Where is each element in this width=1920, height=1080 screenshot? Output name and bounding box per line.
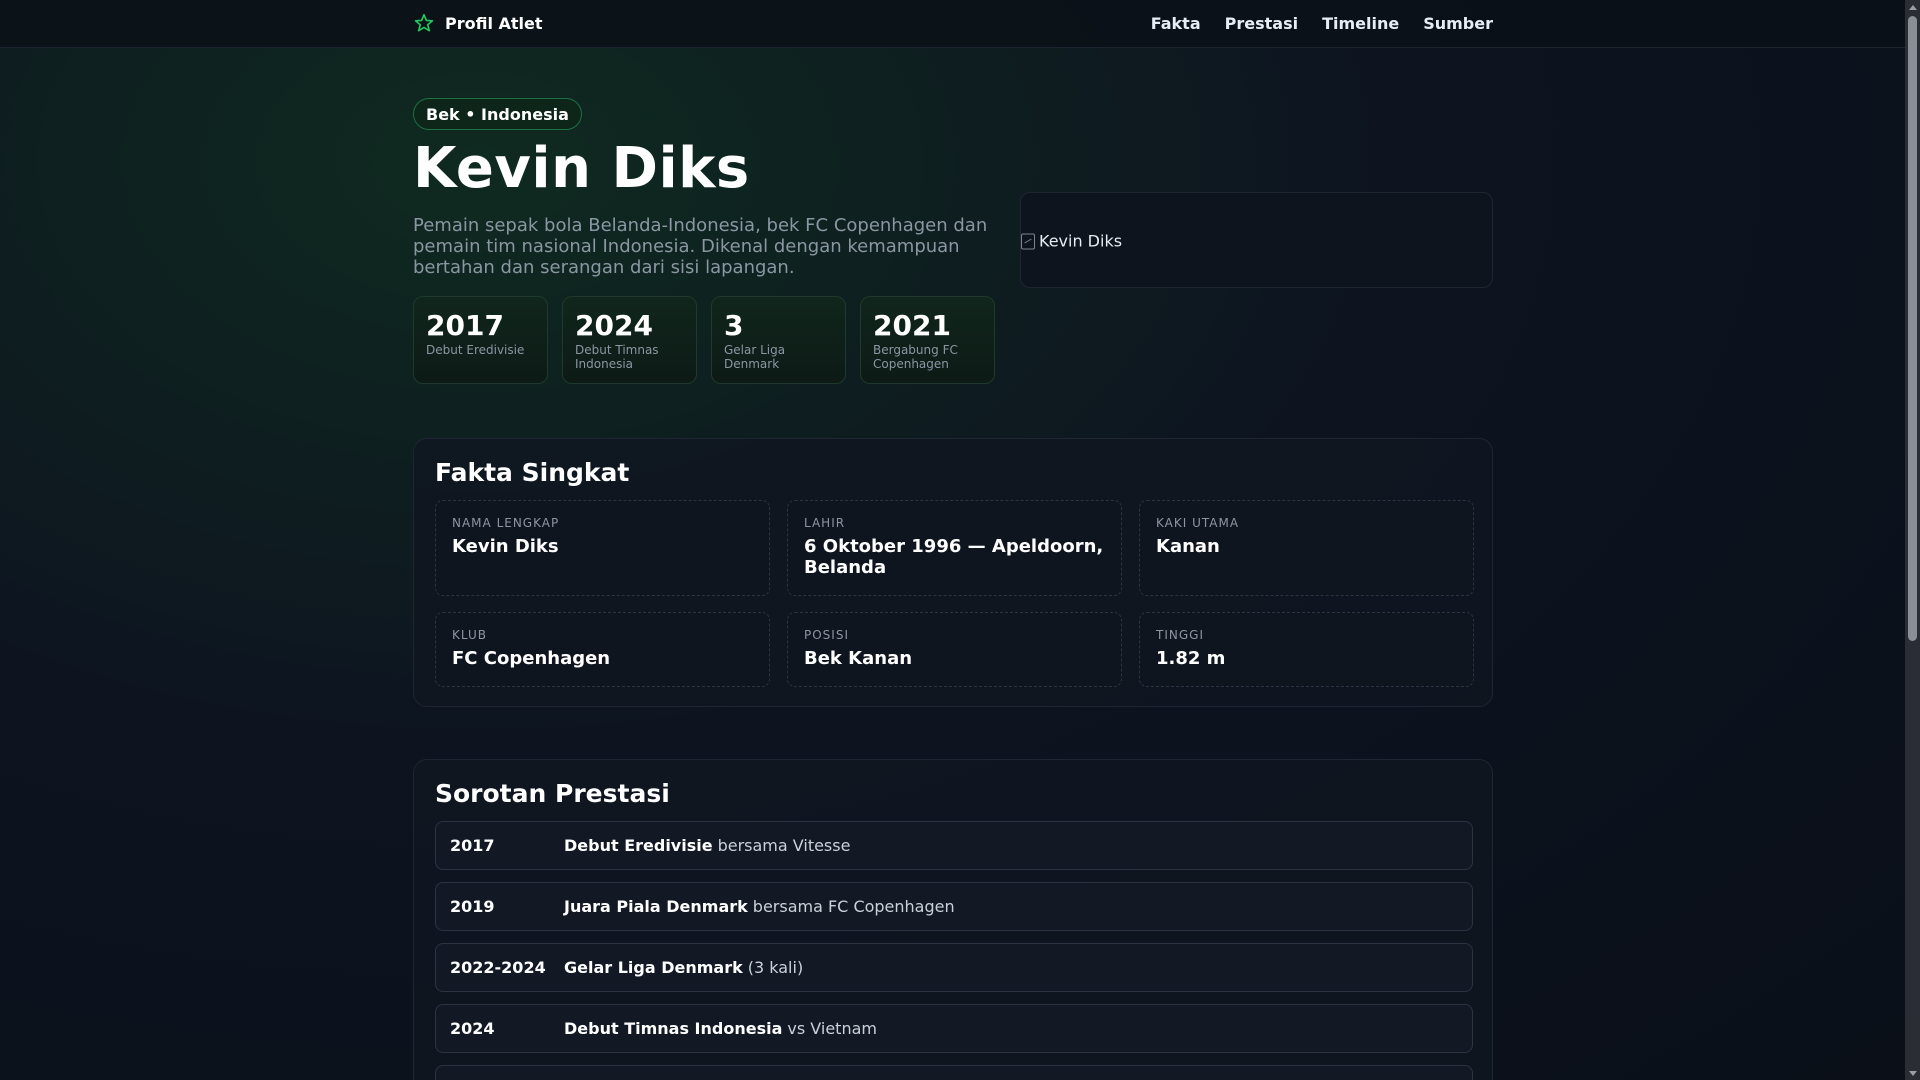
achievement-year: 2024 — [450, 1019, 495, 1038]
facts-title: Fakta Singkat — [435, 458, 630, 487]
fact-value: 1.82 m — [1156, 648, 1226, 669]
achievement-year: 2019 — [450, 897, 495, 916]
fact-card: KAKI UTAMA Kanan — [1139, 500, 1474, 596]
fact-value: Bek Kanan — [804, 648, 913, 669]
stat-label: Gelar Liga Denmark — [724, 343, 786, 371]
fact-card: TINGGI 1.82 m — [1139, 612, 1474, 687]
achievement-detail: bersama FC Copenhagen — [752, 897, 955, 916]
fact-label: KLUB — [452, 628, 487, 642]
stat-label: Debut Timnas Indonesia — [575, 343, 659, 371]
achievements-section: Sorotan Prestasi 2017 Debut Eredivisie b… — [413, 759, 1493, 1080]
top-nav: Profil Atlet Fakta Prestasi Timeline Sum… — [0, 0, 1905, 48]
page-scrollbar[interactable] — [1905, 0, 1920, 1080]
stat-value: 2017 — [426, 309, 504, 342]
athlete-photo-card: Kevin Diks — [1020, 192, 1493, 288]
achievement-title: Debut Eredivisie — [564, 836, 713, 855]
fact-label: LAHIR — [804, 516, 846, 530]
achievement-item-partial — [435, 1065, 1473, 1080]
achievement-item: 2017 Debut Eredivisie bersama Vitesse — [435, 821, 1473, 870]
achievement-title: Debut Timnas Indonesia — [564, 1019, 783, 1038]
athlete-photo: Kevin Diks — [1021, 232, 1122, 251]
nav-link-timeline[interactable]: Timeline — [1322, 14, 1399, 33]
stat-value: 3 — [724, 309, 744, 342]
scroll-up-arrow-icon[interactable] — [1905, 0, 1920, 14]
achievement-item: 2024 Debut Timnas Indonesia vs Vietnam — [435, 1004, 1473, 1053]
brand[interactable]: Profil Atlet — [413, 12, 543, 34]
fact-label: NAMA LENGKAP — [452, 516, 560, 530]
scroll-down-arrow-icon[interactable] — [1905, 1066, 1920, 1080]
fact-value: FC Copenhagen — [452, 648, 611, 669]
stat-card: 2017 Debut Eredivisie — [413, 296, 548, 384]
achievement-detail: bersama Vitesse — [717, 836, 851, 855]
stat-label: Bergabung FC Copenhagen — [873, 343, 958, 371]
stat-label: Debut Eredivisie — [426, 343, 525, 357]
facts-section: Fakta Singkat NAMA LENGKAP Kevin Diks LA… — [413, 438, 1493, 707]
achievement-title: Juara Piala Denmark — [564, 897, 748, 916]
position-country-badge: Bek • Indonesia — [413, 98, 582, 130]
achievement-detail: vs Vietnam — [787, 1019, 877, 1038]
stat-card: 2024 Debut Timnas Indonesia — [562, 296, 697, 384]
achievement-item: 2022-2024 Gelar Liga Denmark (3 kali) — [435, 943, 1473, 992]
fact-card: POSISI Bek Kanan — [787, 612, 1122, 687]
fact-value: Kevin Diks — [452, 536, 559, 557]
page-viewport: Profil Atlet Fakta Prestasi Timeline Sum… — [0, 0, 1905, 1080]
stat-card: 2021 Bergabung FC Copenhagen — [860, 296, 995, 384]
fact-card: LAHIR 6 Oktober 1996 — Apeldoorn, Beland… — [787, 500, 1122, 596]
nav-links: Fakta Prestasi Timeline Sumber — [1151, 14, 1493, 33]
achievement-detail: (3 kali) — [747, 958, 804, 977]
fact-card: NAMA LENGKAP Kevin Diks — [435, 500, 770, 596]
nav-link-prestasi[interactable]: Prestasi — [1225, 14, 1298, 33]
achievements-title: Sorotan Prestasi — [435, 779, 670, 808]
broken-image-icon — [1021, 233, 1035, 249]
athlete-name: Kevin Diks — [413, 136, 750, 201]
achievement-item: 2019 Juara Piala Denmark bersama FC Cope… — [435, 882, 1473, 931]
stat-value: 2021 — [873, 309, 951, 342]
fact-label: POSISI — [804, 628, 849, 642]
nav-link-fakta[interactable]: Fakta — [1151, 14, 1201, 33]
scrollbar-thumb[interactable] — [1908, 16, 1917, 641]
photo-alt-text: Kevin Diks — [1039, 231, 1123, 251]
athlete-description: Pemain sepak bola Belanda-Indonesia, bek… — [413, 215, 988, 278]
fact-card: KLUB FC Copenhagen — [435, 612, 770, 687]
fact-value: Kanan — [1156, 536, 1220, 557]
star-icon — [414, 13, 434, 32]
achievement-title: Gelar Liga Denmark — [564, 958, 743, 977]
stat-card: 3 Gelar Liga Denmark — [711, 296, 846, 384]
fact-label: KAKI UTAMA — [1156, 516, 1240, 530]
facts-grid: NAMA LENGKAP Kevin Diks LAHIR 6 Oktober … — [435, 500, 1474, 687]
achievement-year: 2022-2024 — [450, 958, 546, 977]
achievements-list: 2017 Debut Eredivisie bersama Vitesse 20… — [435, 821, 1473, 1080]
stat-value: 2024 — [575, 309, 653, 342]
nav-link-sumber[interactable]: Sumber — [1423, 14, 1493, 33]
achievement-year: 2017 — [450, 836, 495, 855]
brand-title: Profil Atlet — [445, 13, 543, 33]
fact-value: 6 Oktober 1996 — Apeldoorn, Belanda — [804, 536, 1104, 578]
fact-label: TINGGI — [1156, 628, 1204, 642]
stats-row: 2017 Debut Eredivisie 2024 Debut Timnas … — [413, 296, 995, 384]
